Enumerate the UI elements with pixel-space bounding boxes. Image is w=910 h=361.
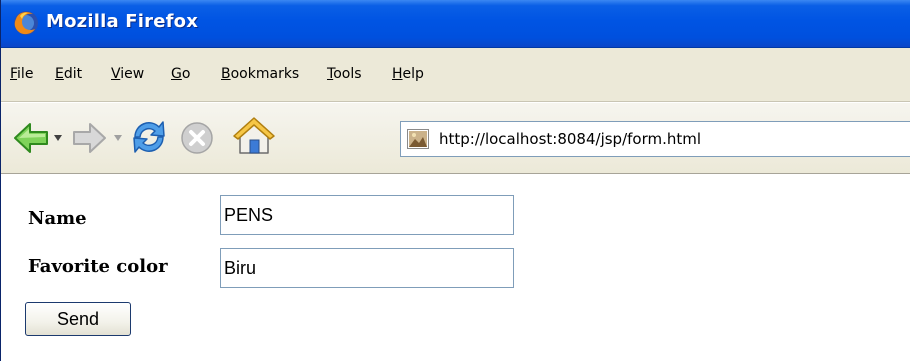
menu-help-rest: elp — [402, 66, 424, 82]
navigation-toolbar: http://localhost:8084/jsp/form.html — [1, 102, 910, 174]
menu-bookmarks[interactable]: Bookmarks — [221, 66, 299, 82]
menu-edit[interactable]: Edit — [55, 66, 82, 82]
menu-go-rest: o — [181, 66, 191, 82]
menu-file-accel: F — [10, 66, 18, 82]
menu-tools-rest: ools — [333, 66, 362, 82]
browser-window: Mozilla Firefox File Edit View Go Bookma… — [0, 0, 910, 361]
back-dropdown-arrow-icon[interactable] — [54, 135, 62, 141]
menu-tools[interactable]: Tools — [327, 66, 362, 82]
menu-bookmarks-accel: B — [221, 66, 231, 82]
name-input[interactable] — [220, 195, 514, 235]
menu-edit-accel: E — [55, 66, 64, 82]
address-text[interactable]: http://localhost:8084/jsp/form.html — [439, 130, 701, 148]
forward-dropdown-arrow-icon[interactable] — [114, 135, 122, 141]
menu-file[interactable]: File — [10, 66, 33, 82]
menu-help[interactable]: Help — [392, 66, 424, 82]
menu-bookmarks-rest: ookmarks — [230, 66, 300, 82]
menu-view-rest: iew — [120, 66, 145, 82]
menu-file-rest: ile — [17, 66, 34, 82]
menu-go-accel: G — [171, 66, 182, 82]
menu-view-accel: V — [111, 66, 121, 82]
page-content: Name Favorite color Send — [1, 175, 910, 361]
menu-help-accel: H — [392, 66, 403, 82]
menu-edit-rest: dit — [63, 66, 83, 82]
address-bar[interactable]: http://localhost:8084/jsp/form.html — [400, 121, 910, 157]
menu-view[interactable]: View — [111, 66, 144, 82]
send-button[interactable]: Send — [25, 302, 131, 336]
menu-bar: File Edit View Go Bookmarks Tools Help — [1, 48, 910, 102]
reload-icon[interactable] — [129, 117, 169, 157]
window-title: Mozilla Firefox — [46, 11, 199, 32]
name-label: Name — [28, 208, 87, 229]
menu-go[interactable]: Go — [171, 66, 190, 82]
stop-icon[interactable] — [179, 120, 215, 156]
home-icon[interactable] — [232, 115, 276, 157]
forward-arrow-icon[interactable] — [73, 121, 107, 155]
favorite-color-label: Favorite color — [28, 256, 168, 277]
firefox-logo-icon — [14, 11, 38, 35]
page-icon — [407, 129, 429, 149]
back-arrow-icon[interactable] — [13, 121, 49, 155]
favorite-color-input[interactable] — [220, 248, 514, 288]
title-bar[interactable]: Mozilla Firefox — [1, 0, 910, 48]
